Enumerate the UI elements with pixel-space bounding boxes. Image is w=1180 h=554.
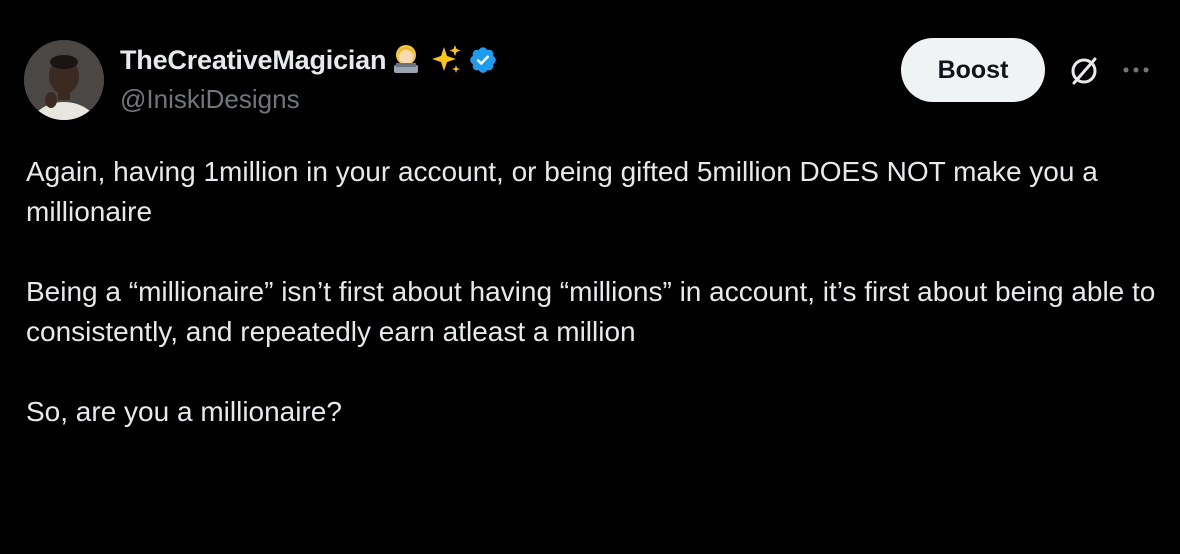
verified-badge-icon — [468, 45, 498, 75]
tweet-text: Again, having 1million in your account, … — [26, 152, 1156, 432]
grok-slash-circle-icon[interactable] — [1066, 52, 1102, 88]
boost-button[interactable]: Boost — [901, 38, 1045, 102]
avatar[interactable] — [24, 40, 104, 120]
display-name[interactable]: TheCreativeMagician — [120, 45, 386, 76]
woman-technologist-emoji-icon — [392, 43, 428, 77]
tweet-paragraph: Again, having 1million in your account, … — [26, 156, 1098, 227]
tweet-card: TheCreativeMagician @IniskiDesigns Boost… — [0, 0, 1180, 554]
tweet-paragraph: So, are you a millionaire? — [26, 396, 342, 427]
sparkles-emoji-icon — [430, 43, 462, 77]
avatar-photo-icon — [24, 40, 104, 120]
more-dots-icon[interactable] — [1116, 56, 1156, 84]
tweet-paragraph: Being a “millionaire” isn’t first about … — [26, 276, 1156, 347]
handle[interactable]: @IniskiDesigns — [120, 84, 300, 115]
